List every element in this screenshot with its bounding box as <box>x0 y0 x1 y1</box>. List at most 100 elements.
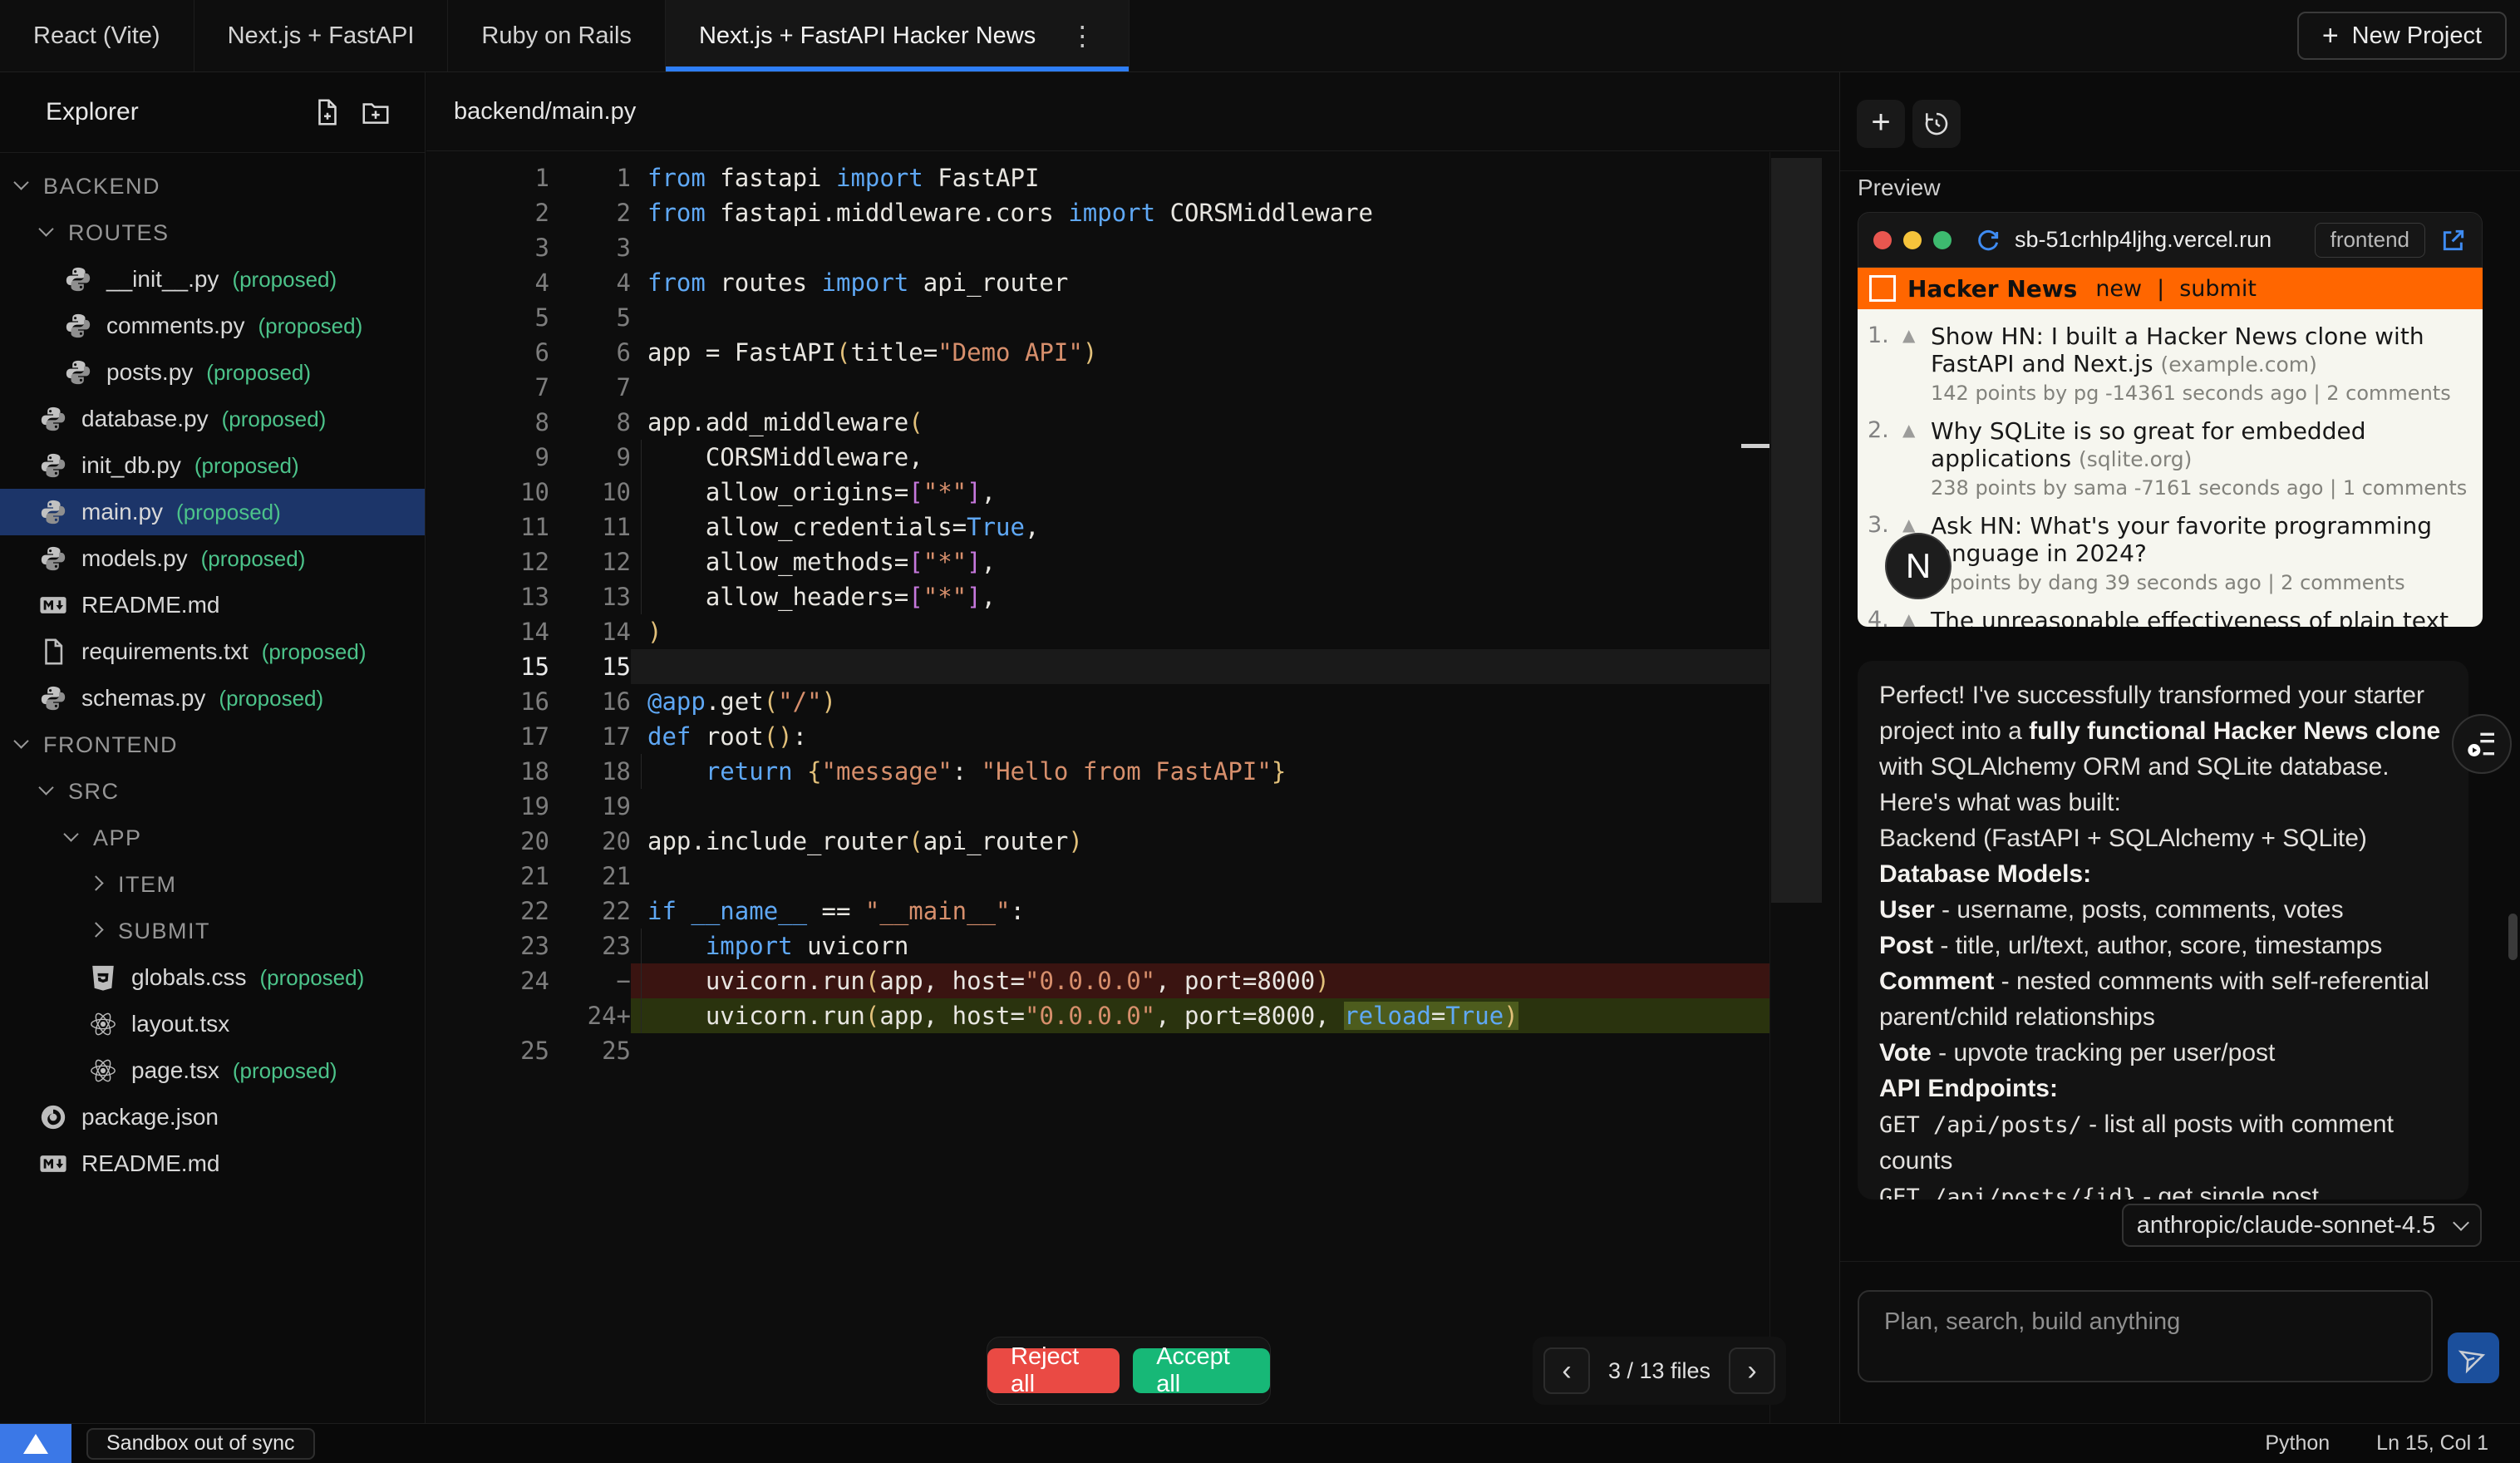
code-text: uvicorn.run(app, host="0.0.0.0", port=80… <box>631 963 1769 998</box>
preview-url[interactable]: sb-51crhlp4ljhg.vercel.run <box>2015 227 2271 253</box>
env-badge[interactable]: frontend <box>2315 223 2425 258</box>
folder-label: FRONTEND <box>43 732 178 758</box>
tree-file-page-tsx[interactable]: page.tsx(proposed) <box>0 1047 425 1094</box>
tasks-floating-button[interactable] <box>2452 714 2512 774</box>
code-lines[interactable]: 11from fastapi import FastAPI22from fast… <box>426 152 1770 1423</box>
hn-nav-submit[interactable]: submit <box>2179 276 2257 302</box>
code-line[interactable]: 1616@app.get("/") <box>426 684 1769 719</box>
code-line[interactable]: 33 <box>426 230 1769 265</box>
tree-file-schemas-py[interactable]: schemas.py(proposed) <box>0 675 425 722</box>
tree-folder-frontend[interactable]: FRONTEND <box>0 722 425 768</box>
tree-file-package-json[interactable]: package.json <box>0 1094 425 1140</box>
code-line[interactable]: 55 <box>426 300 1769 335</box>
code-line[interactable]: 99 CORSMiddleware, <box>426 440 1769 475</box>
sandbox-sync-status[interactable]: Sandbox out of sync <box>86 1428 315 1460</box>
code-line[interactable]: 88app.add_middleware( <box>426 405 1769 440</box>
proposed-badge: (proposed) <box>258 313 363 339</box>
story-title[interactable]: Ask HN: What's your favorite programming… <box>1931 512 2432 567</box>
kebab-menu-icon[interactable]: ⋮ <box>1069 22 1095 49</box>
model-selector[interactable]: anthropic/claude-sonnet-4.5 <box>2122 1204 2482 1247</box>
next-file-button[interactable]: › <box>1729 1347 1775 1394</box>
tree-folder-backend[interactable]: BACKEND <box>0 163 425 209</box>
tree-file-main-py[interactable]: main.py(proposed) <box>0 489 425 535</box>
code-line[interactable]: 1212 allow_methods=["*"], <box>426 544 1769 579</box>
tree-file-layout-tsx[interactable]: layout.tsx <box>0 1001 425 1047</box>
story-title[interactable]: The unreasonable effectiveness of plain … <box>1931 607 2449 627</box>
tree-file-readme-md[interactable]: README.md <box>0 1140 425 1187</box>
tab-react-vite[interactable]: React (Vite) <box>0 0 194 71</box>
tree-file-init-py[interactable]: __init__.py(proposed) <box>0 256 425 303</box>
new-file-button[interactable] <box>303 88 352 136</box>
vercel-badge[interactable] <box>0 1424 71 1463</box>
tree-file-database-py[interactable]: database.py(proposed) <box>0 396 425 442</box>
code-line[interactable]: 1919 <box>426 789 1769 824</box>
tab-next-js-fastapi[interactable]: Next.js + FastAPI <box>194 0 449 71</box>
code-line[interactable]: 44from routes import api_router <box>426 265 1769 300</box>
code-line[interactable]: 24+ uvicorn.run(app, host="0.0.0.0", por… <box>426 998 1769 1033</box>
code-text: allow_headers=["*"], <box>631 579 1769 614</box>
tree-file-init-db-py[interactable]: init_db.py(proposed) <box>0 442 425 489</box>
add-tab-button[interactable]: + <box>1857 100 1905 148</box>
new-project-button[interactable]: + New Project <box>2297 12 2507 60</box>
tree-folder-submit[interactable]: SUBMIT <box>0 908 425 954</box>
open-external-icon[interactable] <box>2440 227 2467 254</box>
hn-story[interactable]: 3.▲Ask HN: What's your favorite programm… <box>1868 512 2471 594</box>
code-line[interactable]: 1515 <box>426 649 1769 684</box>
code-line[interactable]: 1818 return {"message": "Hello from Fast… <box>426 754 1769 789</box>
hn-nav-new[interactable]: new <box>2095 276 2142 302</box>
app-window: React (Vite)Next.js + FastAPIRuby on Rai… <box>0 0 2520 1463</box>
code-line[interactable]: 2121 <box>426 859 1769 894</box>
reject-all-button[interactable]: Reject all <box>987 1348 1120 1393</box>
cursor-position[interactable]: Ln 15, Col 1 <box>2376 1431 2488 1456</box>
upvote-icon[interactable]: ▲ <box>1902 323 1931 405</box>
tree-file-requirements-txt[interactable]: requirements.txt(proposed) <box>0 628 425 675</box>
code-line[interactable]: 2323 import uvicorn <box>426 929 1769 963</box>
code-line[interactable]: 77 <box>426 370 1769 405</box>
tree-file-globals-css[interactable]: globals.css(proposed) <box>0 954 425 1001</box>
editor-scrollbar[interactable] <box>1771 158 1822 903</box>
line-number-new: 1 <box>549 160 631 195</box>
code-line[interactable]: 1717def root(): <box>426 719 1769 754</box>
code-line[interactable]: 1414) <box>426 614 1769 649</box>
code-line[interactable]: 1111 allow_credentials=True, <box>426 510 1769 544</box>
send-button[interactable] <box>2448 1332 2499 1383</box>
code-line[interactable]: 22from fastapi.middleware.cors import CO… <box>426 195 1769 230</box>
code-line[interactable]: 11from fastapi import FastAPI <box>426 160 1769 195</box>
line-number-old: 3 <box>426 230 549 265</box>
history-button[interactable] <box>1912 100 1961 148</box>
code-line[interactable]: 2222if __name__ == "__main__": <box>426 894 1769 929</box>
tree-folder-src[interactable]: SRC <box>0 768 425 815</box>
accept-all-button[interactable]: Accept all <box>1133 1348 1270 1393</box>
hn-story[interactable]: 2.▲Why SQLite is so great for embedded a… <box>1868 417 2471 500</box>
tree-folder-app[interactable]: APP <box>0 815 425 861</box>
chat-paragraph: Perfect! I've successfully transformed y… <box>1879 677 2447 785</box>
file-name: database.py <box>81 406 209 432</box>
refresh-icon[interactable] <box>1975 227 2001 254</box>
hn-story[interactable]: 1.▲Show HN: I built a Hacker News clone … <box>1868 323 2471 405</box>
chat-scrollbar[interactable] <box>2508 914 2518 960</box>
code-line[interactable]: 2525 <box>426 1033 1769 1068</box>
chat-input[interactable] <box>1883 1307 2408 1366</box>
code-line[interactable]: 24− uvicorn.run(app, host="0.0.0.0", por… <box>426 963 1769 998</box>
file-name: package.json <box>81 1104 219 1130</box>
code-line[interactable]: 66app = FastAPI(title="Demo API") <box>426 335 1769 370</box>
line-number-old: 20 <box>426 824 549 859</box>
tree-folder-item[interactable]: ITEM <box>0 861 425 908</box>
upvote-icon[interactable]: ▲ <box>1902 607 1931 627</box>
new-folder-button[interactable] <box>352 88 400 136</box>
tree-file-readme-md[interactable]: README.md <box>0 582 425 628</box>
tab-ruby-on-rails[interactable]: Ruby on Rails <box>448 0 666 71</box>
tree-file-models-py[interactable]: models.py(proposed) <box>0 535 425 582</box>
file-name: layout.tsx <box>131 1011 229 1037</box>
code-line[interactable]: 1010 allow_origins=["*"], <box>426 475 1769 510</box>
tree-file-comments-py[interactable]: comments.py(proposed) <box>0 303 425 349</box>
upvote-icon[interactable]: ▲ <box>1902 417 1931 500</box>
tree-file-posts-py[interactable]: posts.py(proposed) <box>0 349 425 396</box>
code-line[interactable]: 1313 allow_headers=["*"], <box>426 579 1769 614</box>
tree-folder-routes[interactable]: ROUTES <box>0 209 425 256</box>
prev-file-button[interactable]: ‹ <box>1543 1347 1590 1394</box>
code-line[interactable]: 2020app.include_router(api_router) <box>426 824 1769 859</box>
hn-story[interactable]: 4.▲The unreasonable effectiveness of pla… <box>1868 607 2471 627</box>
language-indicator[interactable]: Python <box>2265 1431 2330 1456</box>
tab-next-js-fastapi-hacker-news[interactable]: Next.js + FastAPI Hacker News⋮ <box>666 0 1130 71</box>
